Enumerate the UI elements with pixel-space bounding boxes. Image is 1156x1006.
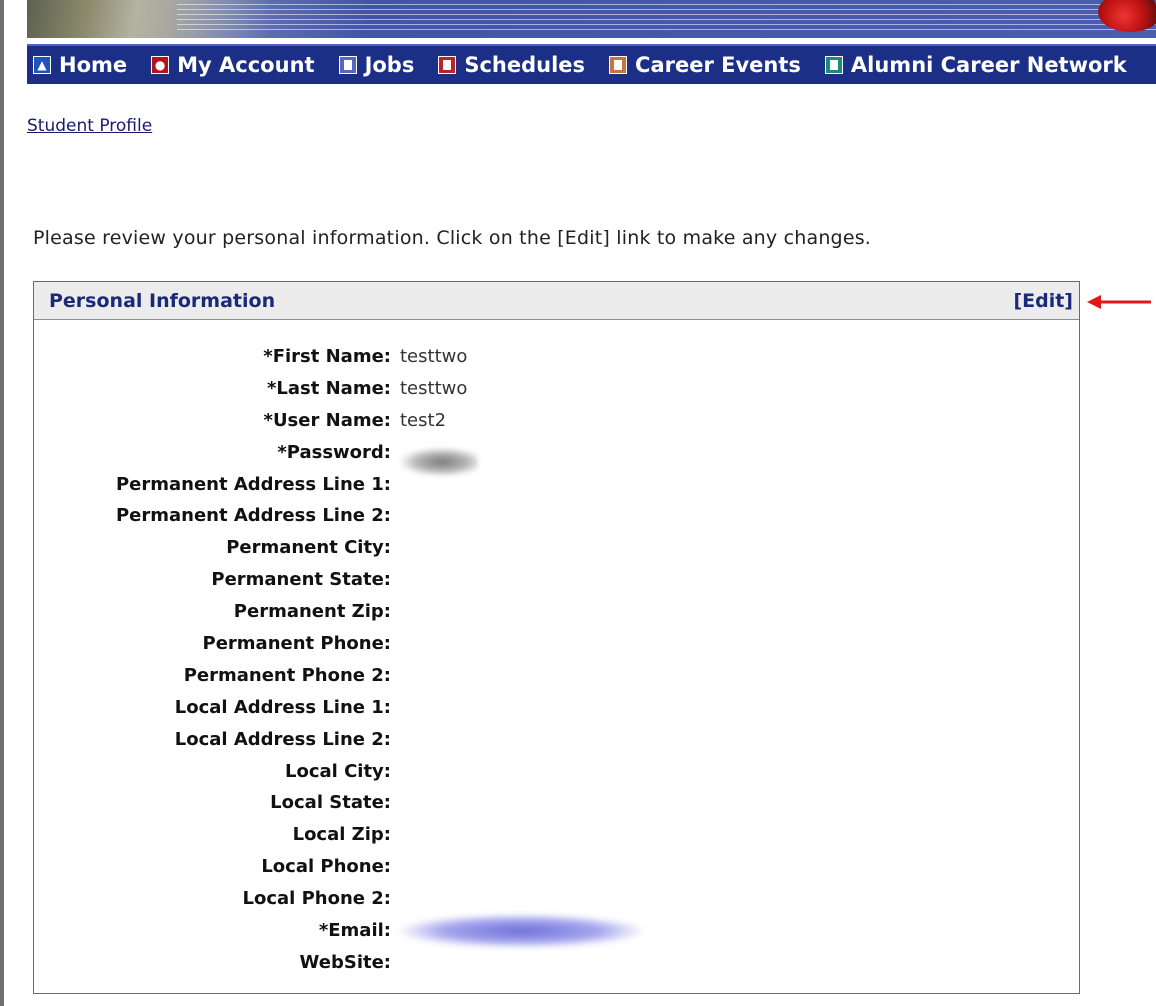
student-profile-link[interactable]: Student Profile: [27, 116, 152, 136]
panel-title: Personal Information: [49, 289, 276, 312]
field-label: Local Address Line 1:: [174, 696, 391, 718]
intro-text: Please review your personal information.…: [33, 227, 872, 249]
field-row-local-zip: Local Zip:: [34, 820, 1079, 852]
nav-home-label: Home: [59, 53, 128, 77]
edit-link[interactable]: [Edit]: [1013, 290, 1073, 312]
main-nav: ▲ Home ● My Account Jobs Schedules Caree…: [27, 44, 1156, 84]
field-row-password: *Password:: [34, 438, 1079, 470]
nav-schedules-label: Schedules: [464, 53, 586, 77]
field-label: Permanent Address Line 2:: [115, 505, 391, 527]
personal-info-panel: Personal Information [Edit] *First Name:…: [33, 281, 1080, 994]
nav-schedules[interactable]: Schedules: [438, 53, 585, 77]
nav-career-events[interactable]: Career Events: [609, 53, 801, 77]
field-value: testtwo: [400, 377, 468, 399]
field-label: *Email:: [318, 920, 391, 942]
field-label: Permanent Phone:: [202, 633, 391, 655]
field-row-local-phone: Local Phone:: [34, 852, 1079, 884]
field-label: Permanent State:: [211, 569, 391, 591]
nav-home[interactable]: ▲ Home: [33, 53, 127, 77]
field-row-permanent-phone-2: Permanent Phone 2:: [34, 661, 1079, 693]
field-label: Local Phone:: [261, 856, 391, 878]
field-label: *First Name:: [263, 346, 391, 367]
field-label: Local Phone 2:: [242, 888, 391, 910]
field-row-first-name: *First Name: testtwo: [34, 342, 1079, 374]
field-row-permanent-zip: Permanent Zip:: [34, 597, 1079, 629]
field-row-permanent-address-2: Permanent Address Line 2:: [34, 501, 1079, 533]
field-row-permanent-phone: Permanent Phone:: [34, 629, 1079, 661]
field-row-permanent-state: Permanent State:: [34, 565, 1079, 597]
field-value: testtwo: [400, 346, 468, 367]
field-label: Local City:: [284, 760, 391, 782]
fields-list: *First Name: testtwo *Last Name: testtwo…: [34, 342, 1079, 980]
field-row-user-name: *User Name: test2: [34, 406, 1079, 438]
field-label: Permanent Address Line 1:: [115, 473, 391, 495]
window-left-border: [0, 0, 4, 1006]
password-redaction: [398, 447, 478, 477]
field-label: Permanent City:: [226, 537, 391, 559]
home-icon: ▲: [33, 56, 51, 74]
field-label: *Password:: [277, 441, 391, 463]
edit-callout-arrow: [1087, 295, 1151, 309]
field-label: *Last Name:: [267, 377, 391, 399]
field-row-local-address-1: Local Address Line 1:: [34, 693, 1079, 725]
nav-alumni-career-network[interactable]: Alumni Career Network: [824, 53, 1127, 77]
field-label: Local State:: [270, 792, 391, 814]
field-label: Permanent Phone 2:: [183, 664, 391, 686]
banner-stripes: [177, 4, 1156, 34]
field-label: *User Name:: [263, 409, 391, 431]
field-label: Permanent Zip:: [233, 601, 391, 623]
nav-alumni-label: Alumni Career Network: [850, 53, 1127, 77]
alumni-icon: [824, 56, 843, 74]
nav-jobs-label: Jobs: [364, 53, 415, 77]
field-row-local-address-2: Local Address Line 2:: [34, 725, 1079, 757]
field-row-permanent-address-1: Permanent Address Line 1:: [34, 470, 1079, 502]
field-row-local-city: Local City:: [34, 757, 1079, 789]
field-label: WebSite:: [299, 951, 391, 973]
field-value: test2: [400, 409, 447, 431]
field-row-website: WebSite:: [34, 948, 1079, 980]
schedules-icon: [438, 56, 457, 74]
jobs-icon: [338, 56, 357, 74]
nav-my-account[interactable]: ● My Account: [151, 53, 315, 77]
nav-my-account-label: My Account: [177, 53, 315, 77]
site-banner: [27, 0, 1156, 38]
nav-career-events-label: Career Events: [635, 53, 801, 77]
field-label: Local Zip:: [292, 824, 391, 846]
field-row-last-name: *Last Name: testtwo: [34, 374, 1079, 406]
panel-header: Personal Information [Edit]: [34, 282, 1079, 320]
field-label: Local Address Line 2:: [174, 728, 391, 750]
nav-jobs[interactable]: Jobs: [338, 53, 415, 77]
account-icon: ●: [151, 56, 170, 74]
field-row-local-state: Local State:: [34, 788, 1079, 820]
email-redaction: [398, 914, 644, 948]
career-events-icon: [609, 56, 628, 74]
field-row-local-phone-2: Local Phone 2:: [34, 884, 1079, 916]
field-row-permanent-city: Permanent City:: [34, 533, 1079, 565]
